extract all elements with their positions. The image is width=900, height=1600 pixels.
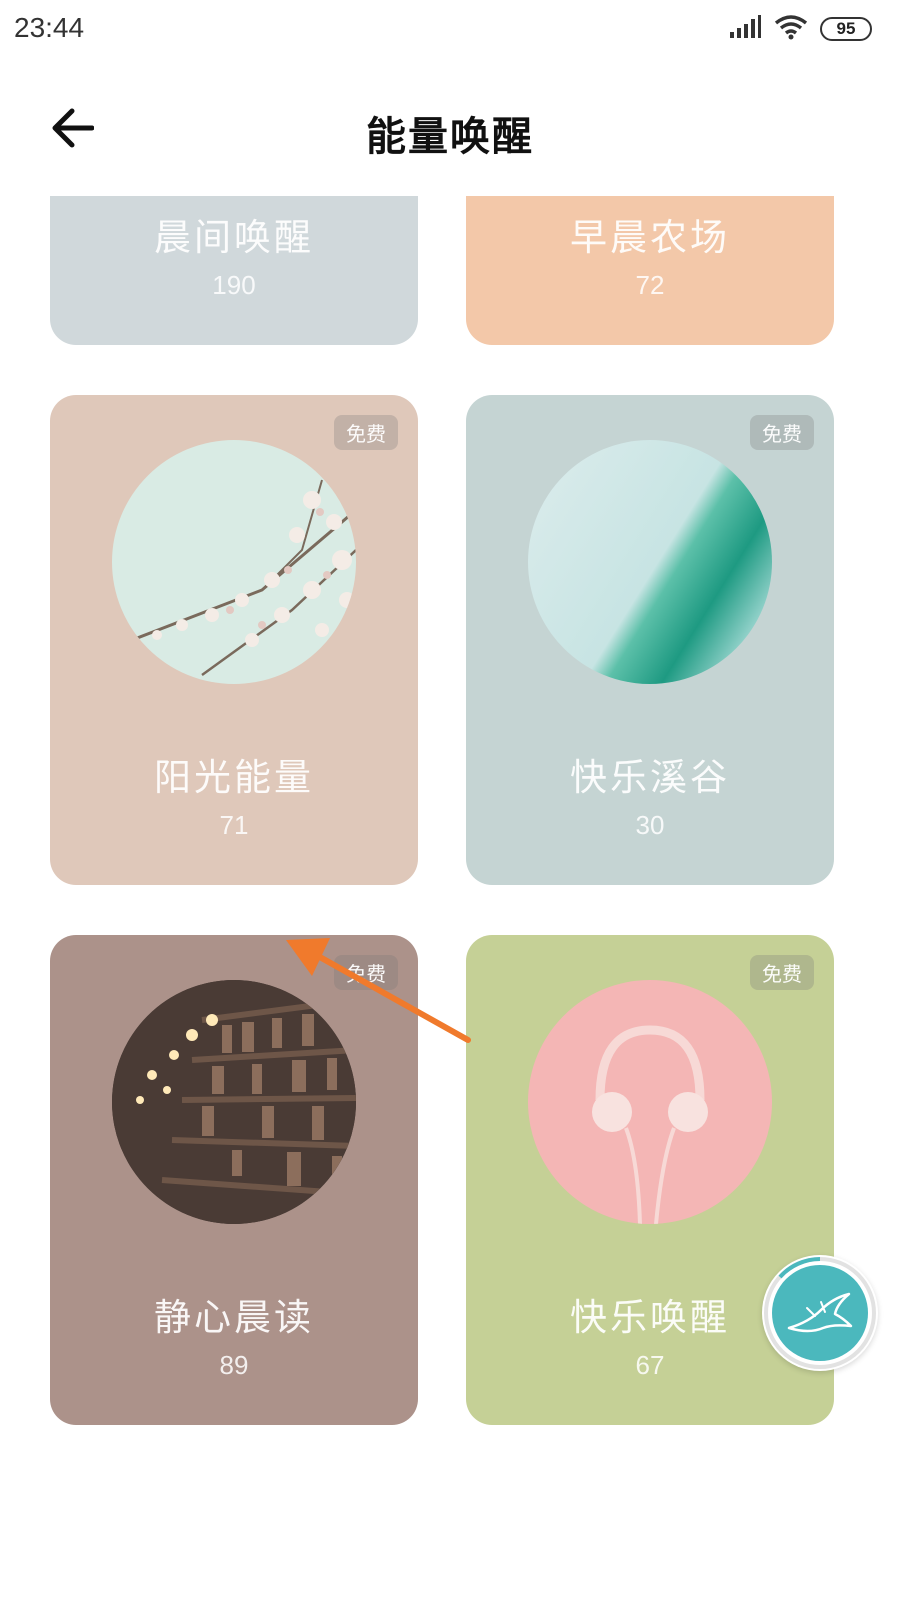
wifi-icon xyxy=(774,14,808,44)
card-thumbnail xyxy=(112,980,356,1224)
card-count: 190 xyxy=(212,270,256,300)
card-thumbnail xyxy=(528,440,772,684)
card-morning-farm[interactable]: 早晨农场 72 xyxy=(466,196,834,345)
card-count: 89 xyxy=(219,1350,249,1380)
free-badge: 免费 xyxy=(334,955,398,990)
status-icons: 95 xyxy=(728,14,872,44)
card-count: 71 xyxy=(219,810,249,840)
card-quiet-reading[interactable]: 免费 静心晨读 89 xyxy=(50,935,418,1425)
free-badge: 免费 xyxy=(750,955,814,990)
free-badge: 免费 xyxy=(334,415,398,450)
card-count: 72 xyxy=(635,270,665,300)
card-title: 静心晨读 xyxy=(154,1296,314,1339)
free-badge: 免费 xyxy=(750,415,814,450)
signal-icon xyxy=(728,14,762,44)
app-header: 能量唤醒 xyxy=(0,62,900,196)
watermark-cn: 经验 xyxy=(782,1483,839,1516)
card-title: 晨间唤醒 xyxy=(154,216,314,259)
card-morning-wake[interactable]: 晨间唤醒 190 xyxy=(50,196,418,345)
page-title: 能量唤醒 xyxy=(366,114,534,160)
card-title: 快乐溪谷 xyxy=(570,756,730,799)
card-count: 30 xyxy=(635,810,665,840)
status-time: 23:44 xyxy=(14,12,85,43)
card-sunshine-energy[interactable]: 免费 阳光能量 71 xyxy=(50,395,418,885)
bird-icon xyxy=(772,1265,868,1361)
watermark-url: jingyan.baidu.com xyxy=(680,1524,809,1541)
card-thumbnail xyxy=(528,980,772,1224)
card-happy-valley[interactable]: 免费 快乐溪谷 30 xyxy=(466,395,834,885)
card-grid-viewport[interactable]: 晨间唤醒 190 早晨农场 72 免费 阳光能量 71 免费 快乐溪谷 30 免… xyxy=(0,196,900,1600)
status-bar: 23:44 95 xyxy=(0,0,900,62)
watermark-logo-text: Baidu xyxy=(676,1474,771,1512)
card-title: 阳光能量 xyxy=(154,756,314,799)
baidu-jingyan-watermark: Baidu 经验 jingyan.baidu.com xyxy=(676,1468,846,1548)
battery-icon: 95 xyxy=(820,17,872,41)
card-title: 早晨农场 xyxy=(570,216,730,259)
card-thumbnail xyxy=(112,440,356,684)
floating-player-button[interactable] xyxy=(762,1255,878,1371)
